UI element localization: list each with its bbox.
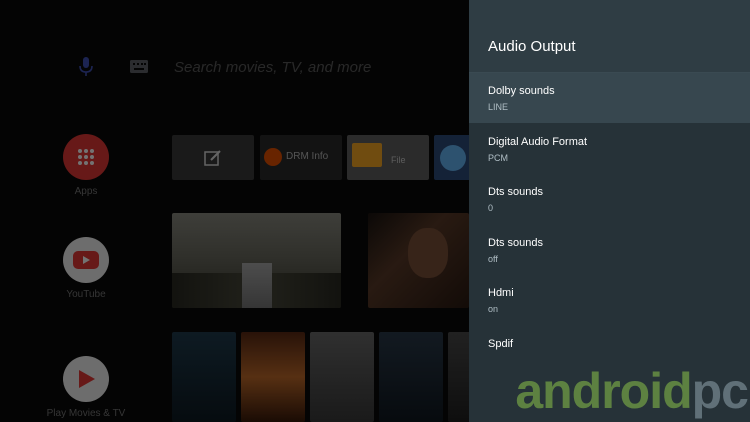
sidebar-app-play-movies[interactable]: Play Movies & TV xyxy=(36,356,136,419)
option-dolby-sounds[interactable]: Dolby sounds LINE xyxy=(469,73,750,123)
option-value: off xyxy=(488,254,498,264)
sidebar-app-label: Play Movies & TV xyxy=(46,408,126,419)
option-dts-sounds[interactable]: Dts sounds 0 xyxy=(469,174,750,224)
featured-video-singer[interactable] xyxy=(368,213,469,308)
option-digital-audio-format[interactable]: Digital Audio Format PCM xyxy=(469,124,750,174)
sidebar-app-youtube[interactable]: YouTube xyxy=(36,237,136,300)
option-value: on xyxy=(488,304,499,314)
sidebar-app-label: Apps xyxy=(74,186,98,197)
sidebar-app-apps[interactable]: Apps xyxy=(36,134,136,197)
panel-header xyxy=(469,0,750,73)
keyboard-icon[interactable] xyxy=(130,60,148,73)
drm-info-label: DRM Info xyxy=(286,151,329,162)
video-app-icon xyxy=(440,145,466,171)
option-value: PCM xyxy=(488,153,508,163)
option-title: Dts sounds xyxy=(488,237,544,249)
panel-title: Audio Output xyxy=(488,38,576,55)
edit-app-tile[interactable] xyxy=(172,135,254,180)
option-title: Dolby sounds xyxy=(488,85,555,97)
movie-poster-1[interactable] xyxy=(172,332,236,422)
drm-info-app-tile[interactable]: DRM Info xyxy=(260,135,342,180)
home-screen-background: Search movies, TV, and more Apps YouTube… xyxy=(0,0,469,422)
movie-poster-4[interactable] xyxy=(379,332,443,422)
option-title: Hdmi xyxy=(488,287,514,299)
youtube-play-icon xyxy=(63,237,109,283)
play-movies-icon xyxy=(63,356,109,402)
option-dts-sounds-2[interactable]: Dts sounds off xyxy=(469,225,750,275)
folder-icon xyxy=(352,143,382,167)
file-label: File xyxy=(391,155,406,165)
option-value: 0 xyxy=(488,203,494,213)
microphone-icon[interactable] xyxy=(76,56,96,78)
option-title: Dts sounds xyxy=(488,186,544,198)
audio-output-panel: Audio Output Dolby sounds LINE Digital A… xyxy=(469,0,750,422)
option-title: Digital Audio Format xyxy=(488,136,588,148)
movie-poster-5[interactable] xyxy=(448,332,469,422)
apps-grid-icon xyxy=(63,134,109,180)
sidebar-app-label: YouTube xyxy=(66,289,106,300)
featured-video-road[interactable] xyxy=(172,213,341,308)
option-title: Spdif xyxy=(488,338,514,350)
movie-poster-3[interactable] xyxy=(310,332,374,422)
search-input[interactable]: Search movies, TV, and more xyxy=(174,59,371,76)
option-value: LINE xyxy=(488,102,509,112)
video-app-tile[interactable] xyxy=(434,135,469,180)
edit-icon xyxy=(204,150,221,166)
movie-poster-2[interactable] xyxy=(241,332,305,422)
drm-info-icon xyxy=(264,148,282,166)
androidpc-watermark-logo: androidpc xyxy=(515,363,749,419)
file-manager-app-tile[interactable]: File xyxy=(347,135,429,180)
option-hdmi[interactable]: Hdmi on xyxy=(469,275,750,325)
